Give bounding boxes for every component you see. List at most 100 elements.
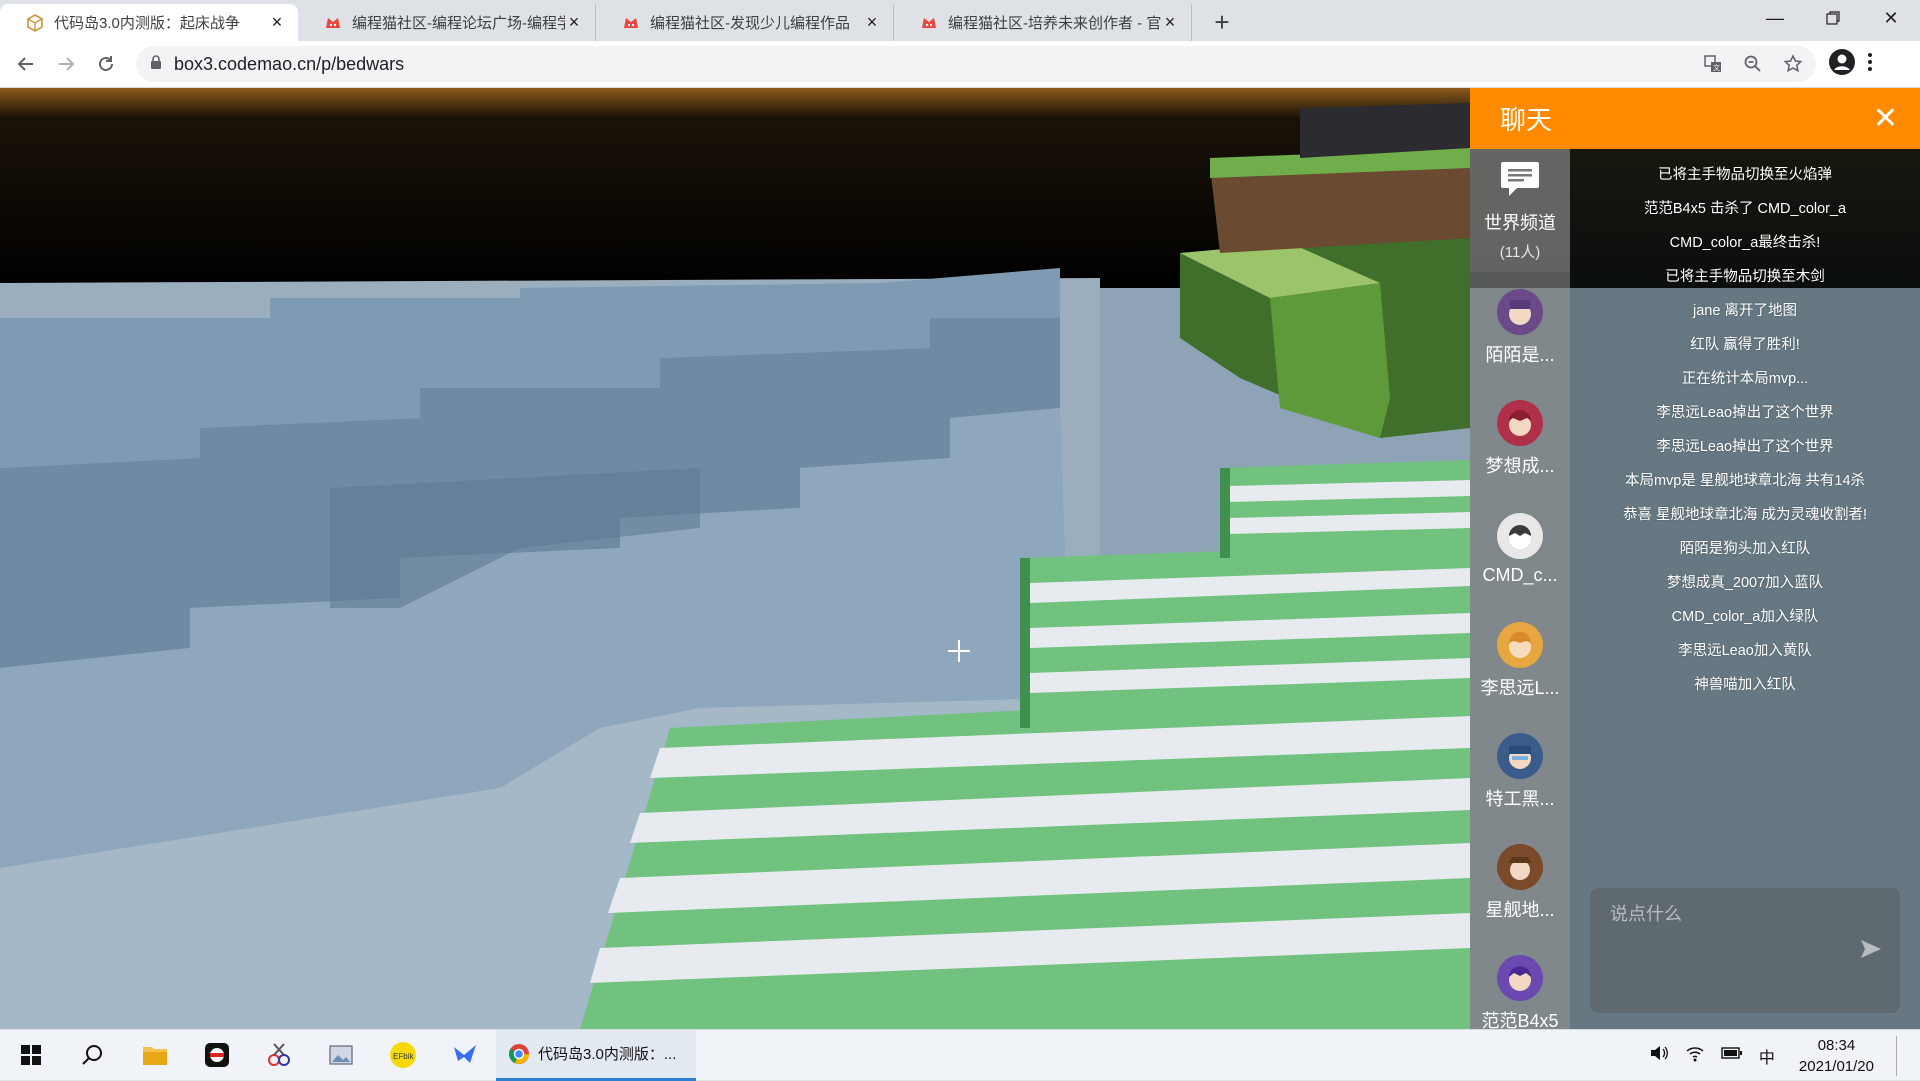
maximize-icon[interactable] — [1804, 0, 1862, 36]
clock-time: 08:34 — [1817, 1036, 1856, 1054]
system-tray: 中 08:34 2021/01/20 — [1649, 1030, 1920, 1081]
message-list: 已将主手物品切换至火焰弹 范范B4x5 击杀了 CMD_color_a CMD_… — [1570, 149, 1920, 709]
photos-icon[interactable] — [310, 1030, 372, 1081]
snip-tool-icon[interactable] — [248, 1030, 310, 1081]
close-tab-icon[interactable]: × — [863, 12, 881, 32]
chat-message: 已将主手物品切换至木剑 — [1665, 269, 1825, 285]
search-icon[interactable] — [62, 1030, 124, 1081]
avatar — [1497, 621, 1543, 668]
close-tab-icon[interactable]: × — [565, 12, 583, 32]
tab-strip: 代码岛3.0内测版：起床战争 × 编程猫社区-编程论坛广场-编程学 × 编程猫社… — [0, 0, 1920, 41]
chat-input-box — [1590, 888, 1900, 1013]
tab-bedwars[interactable]: 代码岛3.0内测版：起床战争 × — [0, 4, 298, 41]
reload-button[interactable] — [86, 44, 126, 84]
send-icon[interactable] — [1860, 939, 1882, 965]
channel-name: 世界频道 — [1484, 212, 1556, 233]
crosshair — [946, 638, 972, 664]
taskbar-window-title: 代码岛3.0内测版：... — [538, 1046, 677, 1063]
tab-title: 编程猫社区-发现少儿编程作品 — [650, 15, 850, 32]
bird-app-icon[interactable] — [434, 1030, 496, 1081]
player-name: 梦想成... — [1485, 455, 1555, 476]
chat-message: jane 离开了地图 — [1693, 303, 1797, 319]
bookmark-star-icon[interactable] — [1780, 51, 1806, 77]
tab-title: 编程猫社区-培养未来创作者 - 官 — [948, 15, 1161, 32]
world-channel[interactable]: 世界频道 (11人) — [1470, 149, 1570, 272]
tab-title: 代码岛3.0内测版：起床战争 — [54, 15, 240, 32]
chat-message: 神兽喵加入红队 — [1694, 677, 1796, 693]
player-name: CMD_c... — [1482, 565, 1558, 585]
chat-message: 李思远Leao加入黄队 — [1678, 643, 1812, 659]
avatar — [1497, 732, 1543, 779]
channel-count: (11人) — [1499, 243, 1541, 261]
chat-input[interactable] — [1590, 888, 1900, 1013]
chat-panel: 聊天 ✕ 世界频道 (11人) 陌陌是... 梦想成... CMD_c... 李… — [1470, 88, 1920, 1031]
tab-title: 编程猫社区-编程论坛广场-编程学 — [352, 15, 565, 32]
player-item[interactable]: 李思远L... — [1470, 605, 1570, 716]
player-item[interactable]: CMD_c... — [1470, 494, 1570, 605]
profile-avatar-icon[interactable] — [1828, 48, 1856, 81]
close-window-icon[interactable]: ✕ — [1862, 0, 1920, 36]
player-item[interactable]: 梦想成... — [1470, 383, 1570, 494]
forward-button[interactable] — [46, 44, 86, 84]
player-name: 李思远L... — [1480, 677, 1560, 698]
minimize-icon[interactable]: — — [1746, 0, 1804, 36]
player-item[interactable]: 特工黑... — [1470, 716, 1570, 827]
box-icon — [26, 13, 44, 32]
menu-dots-icon[interactable] — [1866, 51, 1874, 78]
zoom-icon[interactable] — [1740, 51, 1766, 77]
show-desktop-button[interactable] — [1896, 1035, 1900, 1076]
player-name: 特工黑... — [1485, 788, 1555, 809]
close-tab-icon[interactable]: × — [1161, 12, 1179, 32]
volume-icon[interactable] — [1649, 1044, 1669, 1067]
messenger-icon[interactable]: EFbik — [372, 1030, 434, 1081]
chat-message: CMD_color_a加入绿队 — [1671, 609, 1819, 625]
lock-icon[interactable] — [150, 54, 162, 74]
player-item[interactable]: 陌陌是... — [1470, 272, 1570, 383]
battery-icon[interactable] — [1721, 1046, 1743, 1065]
chat-message: CMD_color_a最终击杀! — [1669, 235, 1821, 251]
avatar — [1497, 954, 1543, 1001]
windows-start-icon[interactable] — [0, 1030, 62, 1081]
svg-text:文: 文 — [1713, 63, 1720, 72]
back-button[interactable] — [6, 44, 46, 84]
chat-message: 本局mvp是 星舰地球章北海 共有14杀 — [1624, 473, 1866, 489]
chat-bubble-icon — [1499, 160, 1541, 203]
browser-toolbar: box3.codemao.cn/p/bedwars 文 — [0, 41, 1920, 88]
player-name: 星舰地... — [1485, 899, 1555, 920]
app-icon[interactable] — [186, 1030, 248, 1081]
tab-discover[interactable]: 编程猫社区-发现少儿编程作品 × — [596, 4, 894, 41]
new-tab-button[interactable]: + — [1200, 4, 1244, 41]
window-controls: — ✕ — [1746, 0, 1920, 36]
ime-indicator[interactable]: 中 — [1759, 1044, 1775, 1068]
avatar — [1497, 513, 1543, 559]
close-tab-icon[interactable]: × — [268, 12, 286, 32]
chat-message: 梦想成真_2007加入蓝队 — [1666, 575, 1824, 591]
taskbar: EFbik 代码岛3.0内测版：... 中 08:34 2021/01/20 — [0, 1029, 1920, 1081]
file-explorer-icon[interactable] — [124, 1030, 186, 1081]
tab-creators[interactable]: 编程猫社区-培养未来创作者 - 官 × — [894, 4, 1192, 41]
network-icon[interactable] — [1685, 1044, 1705, 1067]
avatar — [1497, 399, 1543, 446]
clock[interactable]: 08:34 2021/01/20 — [1799, 1035, 1874, 1077]
player-item[interactable]: 星舰地... — [1470, 827, 1570, 938]
codemao-icon — [920, 14, 938, 32]
chat-message: 范范B4x5 击杀了 CMD_color_a — [1643, 201, 1847, 217]
chat-message: 已将主手物品切换至火焰弹 — [1658, 167, 1832, 183]
codemao-icon — [622, 14, 640, 32]
clock-date: 2021/01/20 — [1798, 1057, 1874, 1075]
close-chat-icon[interactable]: ✕ — [1873, 103, 1898, 134]
chat-message: 陌陌是狗头加入红队 — [1679, 541, 1811, 557]
chat-message: 正在统计本局mvp... — [1681, 371, 1809, 387]
svg-text:EFbik: EFbik — [393, 1052, 414, 1061]
chat-header: 聊天 ✕ — [1470, 88, 1920, 149]
channel-list: 世界频道 (11人) 陌陌是... 梦想成... CMD_c... 李思远L..… — [1470, 149, 1570, 1031]
address-bar[interactable]: box3.codemao.cn/p/bedwars 文 — [136, 46, 1816, 82]
avatar — [1497, 843, 1543, 890]
translate-icon[interactable]: 文 — [1700, 51, 1726, 77]
tab-forum[interactable]: 编程猫社区-编程论坛广场-编程学 × — [298, 4, 596, 41]
player-name: 陌陌是... — [1485, 344, 1555, 365]
chat-message: 红队 赢得了胜利! — [1690, 337, 1800, 353]
taskbar-chrome-window[interactable]: 代码岛3.0内测版：... — [496, 1029, 696, 1081]
url-text[interactable]: box3.codemao.cn/p/bedwars — [174, 54, 1700, 75]
chat-message: 李思远Leao掉出了这个世界 — [1656, 405, 1834, 421]
